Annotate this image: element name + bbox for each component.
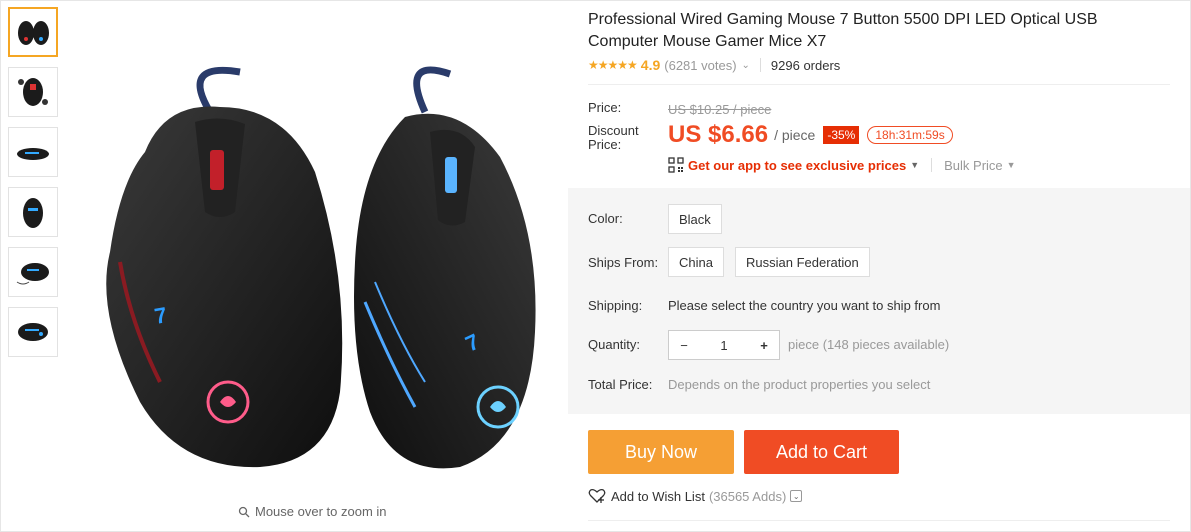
rating-row: ★★★★★ 4.9 (6281 votes) ⌄ 9296 orders [588,57,840,73]
chevron-down-icon[interactable]: ⌄ [742,60,750,71]
divider [588,84,1170,85]
countdown-timer: 18h:31m:59s [867,126,953,144]
app-prices-link[interactable]: Get our app to see exclusive prices [688,158,906,173]
buy-now-button[interactable]: Buy Now [588,430,734,474]
discount-label-line1: Discount [588,123,639,138]
quantity-stepper: − 1 + [668,330,780,360]
star-rating-icon: ★★★★★ [588,58,638,72]
search-icon [238,506,250,517]
divider [931,158,933,172]
heart-plus-icon[interactable] [588,488,606,504]
total-price-label: Total Price: [588,377,653,392]
thumbnail-2[interactable] [8,67,58,117]
caret-down-icon[interactable]: ▼ [1007,160,1016,170]
quantity-availability: piece (148 pieces available) [788,337,950,352]
discount-label-line2: Price: [588,137,622,152]
original-price: US $10.25 / piece [668,102,772,117]
color-option-black[interactable]: Black [668,204,722,234]
ships-from-china[interactable]: China [668,247,724,277]
wishlist-link[interactable]: Add to Wish List [611,489,705,504]
thumbnail-1[interactable] [8,7,58,57]
plus-button[interactable]: + [749,338,779,353]
quantity-input[interactable]: 1 [699,338,749,353]
shipping-label: Shipping: [588,298,643,313]
quantity-label: Quantity: [588,337,641,352]
wishlist-row: Add to Wish List (36565 Adds) ⌄ [588,488,803,504]
thumbnail-6[interactable] [8,307,58,357]
app-promo-row: Get our app to see exclusive prices ▼ Bu… [668,157,1028,173]
ships-from-russia[interactable]: Russian Federation [735,247,870,277]
color-label: Color: [588,211,623,226]
divider [759,58,761,72]
thumbnail-4[interactable] [8,187,58,237]
per-unit: / piece [774,127,816,143]
thumbnail-strip [8,7,60,367]
main-product-image[interactable]: 7 7 [70,62,560,492]
discount-price: US $6.66 [668,121,769,148]
add-to-cart-button[interactable]: Add to Cart [744,430,899,474]
price-label: Price: [588,100,622,115]
zoom-hint-text: Mouse over to zoom in [255,504,387,519]
wishlist-adds: (36565 Adds) [708,488,787,504]
orders-count: 9296 orders [770,57,841,73]
discount-price-label: Discount Price: [588,124,639,152]
thumbnail-3[interactable] [8,127,58,177]
shipping-info: Please select the country you want to sh… [668,298,941,313]
discount-badge: -35% [823,126,860,144]
caret-down-icon[interactable]: ▼ [910,160,919,170]
product-title: Professional Wired Gaming Mouse 7 Button… [588,11,1098,50]
total-price-note: Depends on the product properties you se… [668,377,931,392]
votes-count[interactable]: (6281 votes) [664,58,736,73]
divider [588,520,1170,521]
discount-price-row: US $6.66 / piece -35% 18h:31m:59s [668,121,953,149]
zoom-hint: Mouse over to zoom in [238,504,387,519]
thumbnail-5[interactable] [8,247,58,297]
rating-value: 4.9 [640,57,661,73]
ships-from-label: Ships From: [588,255,659,270]
bulk-price-link[interactable]: Bulk Price [944,158,1003,173]
qr-code-icon [668,157,684,173]
chevron-down-icon[interactable]: ⌄ [790,490,803,502]
minus-button[interactable]: − [669,338,699,353]
